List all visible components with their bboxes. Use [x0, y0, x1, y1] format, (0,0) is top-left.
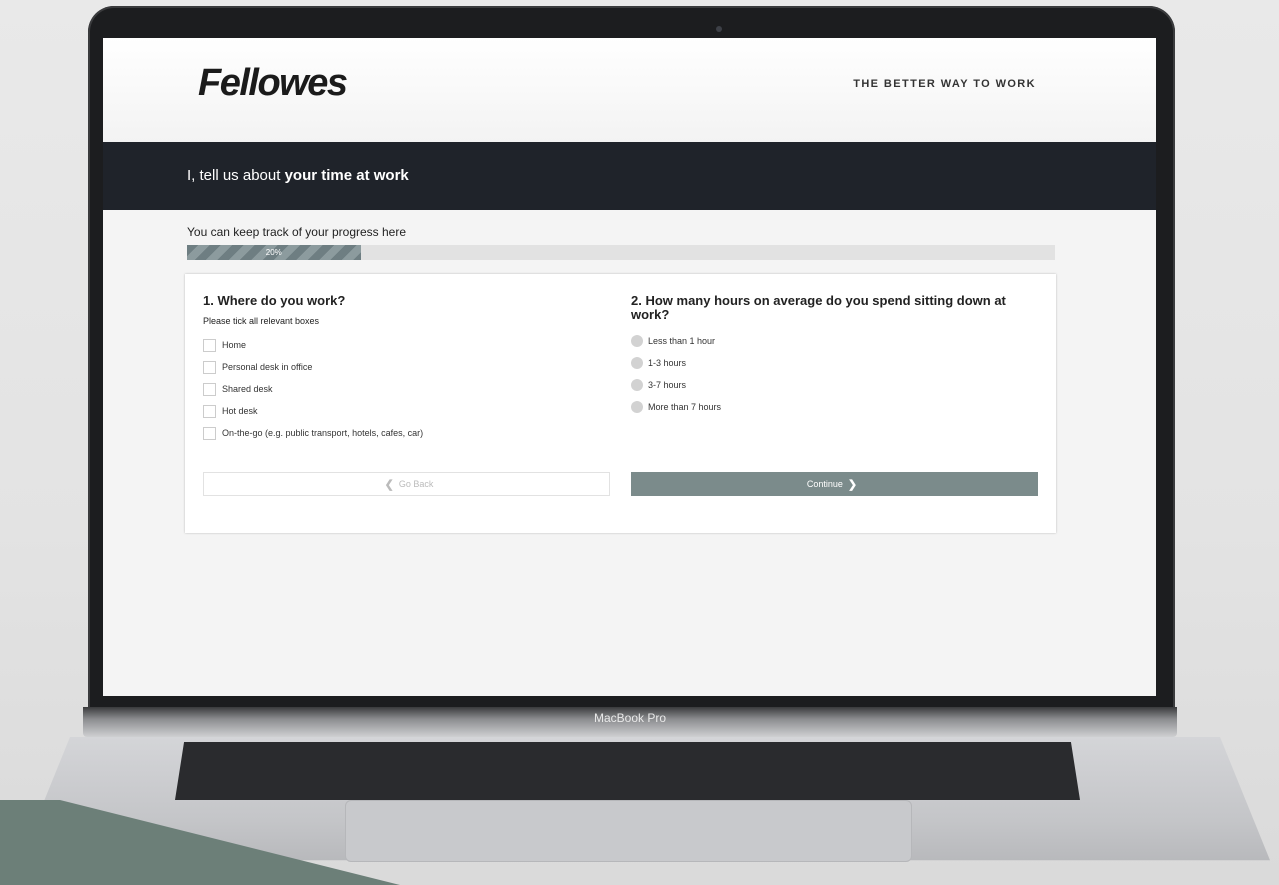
checkbox-option[interactable]: On-the-go (e.g. public transport, hotels…: [203, 422, 613, 444]
progress-bar: 20%: [187, 245, 1055, 260]
checkbox-option[interactable]: Home: [203, 334, 613, 356]
checkbox-label: Home: [222, 340, 247, 350]
laptop-hinge: MacBook Pro: [83, 707, 1177, 737]
checkbox-option[interactable]: Personal desk in office: [203, 356, 613, 378]
radio-label: 1-3 hours: [648, 358, 687, 368]
checkbox[interactable]: [203, 404, 216, 418]
radio-button[interactable]: [631, 335, 643, 347]
site-header: Fellowes THE BETTER WAY TO WORK: [103, 38, 1156, 142]
checkbox-label: Personal desk in office: [222, 362, 313, 372]
browser-screen: Fellowes THE BETTER WAY TO WORK I, tell …: [103, 38, 1156, 696]
checkbox[interactable]: [203, 360, 216, 374]
radio-button[interactable]: [631, 379, 643, 391]
banner-title: I, tell us about your time at work: [187, 167, 409, 184]
radio-label: Less than 1 hour: [648, 336, 716, 346]
chevron-right-icon: ❯: [847, 478, 858, 491]
banner-emphasis: your time at work: [284, 167, 409, 184]
title-banner: I, tell us about your time at work: [103, 142, 1156, 210]
question-1: 1. Where do you work? Please tick all re…: [203, 294, 613, 444]
progress-fill: 20%: [187, 245, 361, 260]
radio-option[interactable]: More than 7 hours: [631, 396, 1031, 418]
go-back-button[interactable]: ❮ Go Back: [203, 472, 610, 496]
question-2: 2. How many hours on average do you spen…: [631, 294, 1031, 418]
checkbox-label: Shared desk: [222, 384, 273, 394]
tagline: THE BETTER WAY TO WORK: [853, 78, 1036, 90]
checkbox[interactable]: [203, 426, 216, 440]
checkbox[interactable]: [203, 338, 216, 352]
checkbox-label: Hot desk: [222, 406, 258, 416]
keyboard: [175, 742, 1080, 800]
checkbox-option[interactable]: Shared desk: [203, 378, 613, 400]
go-back-label: Go Back: [398, 479, 434, 489]
chevron-left-icon: ❮: [384, 478, 394, 491]
camera-icon: [716, 26, 722, 32]
fellowes-logo[interactable]: Fellowes: [198, 62, 348, 105]
banner-prefix: I, tell us about: [187, 167, 285, 184]
checkbox-label: On-the-go (e.g. public transport, hotels…: [222, 428, 424, 438]
survey-card: 1. Where do you work? Please tick all re…: [185, 274, 1056, 533]
radio-option[interactable]: 3-7 hours: [631, 374, 1031, 396]
progress-label: You can keep track of your progress here: [187, 225, 407, 239]
radio-button[interactable]: [631, 357, 643, 369]
trackpad: [345, 800, 912, 862]
radio-label: More than 7 hours: [648, 402, 722, 412]
continue-button[interactable]: Continue ❯: [631, 472, 1038, 496]
question-1-hint: Please tick all relevant boxes: [203, 316, 320, 326]
question-2-title: 2. How many hours on average do you spen…: [631, 293, 1006, 322]
continue-label: Continue: [806, 479, 843, 489]
radio-label: 3-7 hours: [648, 380, 687, 390]
checkbox-option[interactable]: Hot desk: [203, 400, 613, 422]
checkbox[interactable]: [203, 382, 216, 396]
radio-option[interactable]: 1-3 hours: [631, 352, 1031, 374]
question-1-title: 1. Where do you work?: [203, 293, 346, 308]
radio-button[interactable]: [631, 401, 643, 413]
device-label: MacBook Pro: [593, 711, 667, 725]
radio-option[interactable]: Less than 1 hour: [631, 330, 1031, 352]
